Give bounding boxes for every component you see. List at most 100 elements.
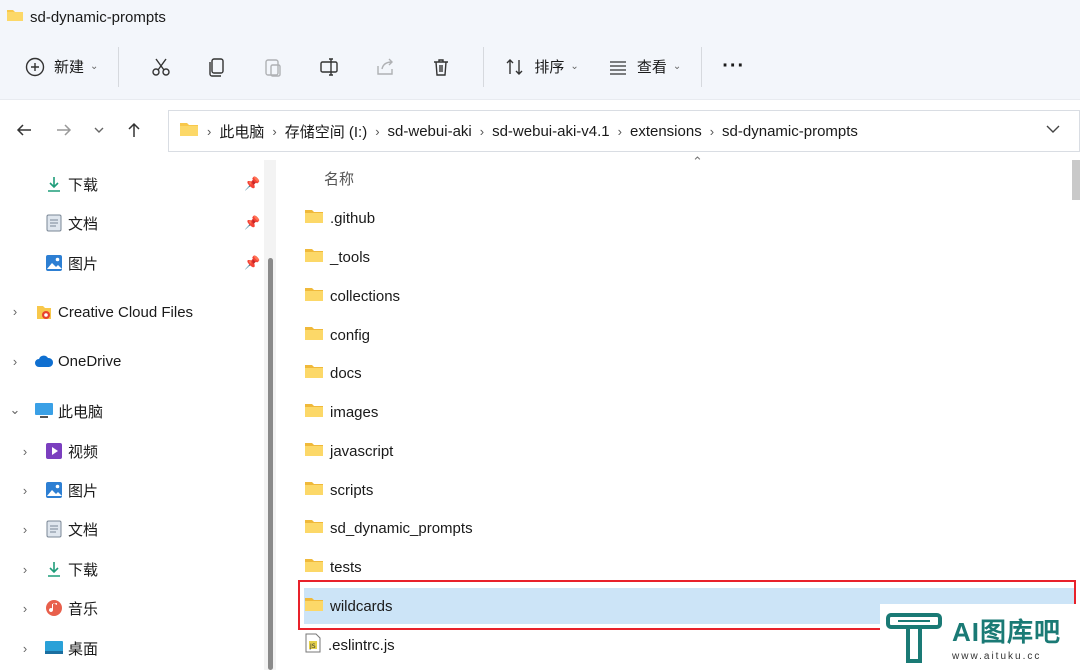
file-row[interactable]: .github [304,200,1074,236]
sidebar-item-label: 此电脑 [58,403,104,421]
file-row[interactable]: docs [304,355,1074,391]
chevron-right-icon[interactable]: › [18,641,32,656]
file-list-scrollbar-thumb[interactable] [1072,160,1080,200]
arrow-left-icon [16,124,31,136]
chevron-right-icon[interactable]: › [18,483,32,498]
back-button[interactable] [4,110,44,150]
music-icon [44,598,64,618]
sidebar-item-onedrive[interactable]: OneDrive [34,346,121,376]
new-button[interactable]: 新建 ⌄ [18,47,104,87]
document-icon [44,519,64,539]
sidebar-item-label: 文档 [68,215,99,233]
pictures-icon [44,480,64,500]
chevron-down-icon[interactable]: ⌄ [8,402,22,418]
file-name: .github [330,209,376,227]
file-row[interactable]: sd_dynamic_prompts [304,510,1074,546]
onedrive-icon [34,351,54,371]
breadcrumb-item[interactable]: extensions [630,123,702,140]
chevron-right-icon[interactable]: › [8,304,22,319]
command-toolbar: 新建 ⌄ 排序 ⌄ 查看 ⌄ ··· [0,34,1080,100]
document-icon [44,213,64,233]
sidebar-item-videos[interactable]: 视频 [44,436,98,466]
sidebar-item-documents[interactable]: 文档 [44,208,98,238]
sidebar-item-label: 文档 [68,521,99,539]
pin-icon[interactable]: 📌 [244,255,260,271]
chevron-down-icon: ⌄ [90,61,99,72]
forward-button[interactable] [44,110,84,150]
folder-icon [304,402,324,422]
sort-button[interactable]: 排序 ⌄ [498,47,584,87]
file-row[interactable]: scripts [304,472,1074,508]
toolbar-divider [701,46,703,87]
file-row[interactable]: config [304,317,1074,353]
sidebar-item-downloads[interactable]: 下载 [44,554,98,584]
chevron-right-icon[interactable]: › [8,354,22,369]
video-icon [44,441,64,461]
file-row[interactable]: javascript [304,433,1074,469]
recent-locations-button[interactable] [84,110,114,150]
delete-icon [434,58,449,76]
pin-icon[interactable]: 📌 [244,176,260,192]
view-button[interactable]: 查看 ⌄ [601,47,687,87]
address-bar[interactable]: › 此电脑 › 存储空间 (I:) › sd-webui-aki › sd-we… [168,110,1080,152]
download-icon [44,559,64,579]
chevron-right-icon[interactable]: › [18,601,32,616]
column-header-name[interactable]: 名称 [324,168,354,189]
view-list-icon [609,60,626,75]
folder-icon [304,286,324,306]
chevron-down-icon: ⌄ [672,61,682,72]
breadcrumb-separator: › [207,123,212,139]
file-row[interactable]: _tools [304,239,1074,275]
chevron-down-icon [1046,125,1060,133]
rename-button[interactable] [301,47,357,87]
desktop-icon [44,638,64,658]
sidebar-item-creative-cloud[interactable]: Creative Cloud Files [34,297,193,327]
sidebar-item-documents[interactable]: 文档 [44,514,98,544]
sidebar-item-label: 视频 [68,443,99,461]
file-name: config [330,326,371,344]
chevron-right-icon[interactable]: › [18,522,32,537]
breadcrumb-item[interactable]: sd-webui-aki [388,123,472,140]
breadcrumb-item[interactable]: sd-dynamic-prompts [722,123,858,140]
delete-button[interactable] [413,47,469,87]
sidebar-item-pictures[interactable]: 图片 [44,475,98,505]
sidebar-item-label: 下载 [68,561,99,579]
sidebar-item-label: 图片 [68,255,99,273]
cut-button[interactable] [133,47,189,87]
file-name: .eslintrc.js [328,636,395,654]
sidebar-item-downloads[interactable]: 下载 [44,169,98,199]
address-history-button[interactable] [1045,121,1061,140]
sidebar-item-this-pc[interactable]: 此电脑 [34,396,103,426]
folder-icon [304,208,324,228]
rename-icon [320,57,339,76]
file-name: _tools [330,248,371,266]
creative-cloud-icon [34,302,54,322]
sidebar-item-label: OneDrive [58,352,122,370]
sidebar-scrollbar-thumb[interactable] [268,258,273,670]
toolbar-divider [118,46,120,87]
pin-icon[interactable]: 📌 [244,215,260,231]
chevron-right-icon[interactable]: › [18,444,32,459]
breadcrumb-item[interactable]: 此电脑 [219,121,264,142]
sidebar-item-pictures[interactable]: 图片 [44,248,98,278]
file-row[interactable]: collections [304,278,1074,314]
paste-button[interactable] [245,47,301,87]
sidebar-item-desktop[interactable]: 桌面 [44,633,98,663]
paste-icon [265,58,282,77]
breadcrumb-item[interactable]: sd-webui-aki-v4.1 [492,123,610,140]
chevron-right-icon[interactable]: › [18,562,32,577]
sidebar-item-music[interactable]: 音乐 [44,593,98,623]
breadcrumb-item[interactable]: 存储空间 (I:) [285,121,368,142]
cut-icon [152,58,171,76]
folder-icon [304,480,324,500]
toolbar-divider [483,46,485,87]
breadcrumb-separator: › [479,123,485,139]
up-button[interactable] [114,110,154,150]
file-row[interactable]: images [304,394,1074,430]
copy-button[interactable] [189,47,245,87]
title-bar: sd-dynamic-prompts [0,0,1080,34]
more-button[interactable]: ··· [716,47,751,87]
file-name: docs [330,364,362,382]
share-button[interactable] [357,47,413,87]
sidebar-item-label: 音乐 [68,600,99,618]
